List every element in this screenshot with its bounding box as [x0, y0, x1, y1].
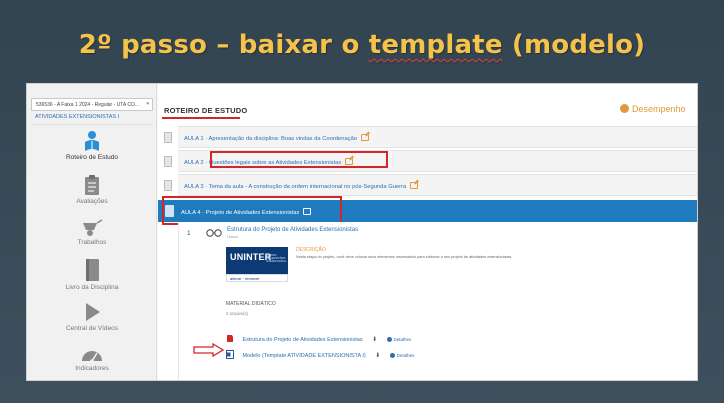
aula-row[interactable]: AULA 1 · Apresentação da disciplina: Boa… — [178, 126, 697, 148]
gauge-icon — [82, 351, 102, 363]
sidebar-item-label: Livro da Disciplina — [65, 284, 119, 291]
main-panel: ROTEIRO DE ESTUDO Desempenho AULA 1 · Ap… — [158, 84, 697, 380]
sidebar-item-label: Trabalhos — [77, 239, 107, 246]
uninter-logo: UNINTER CENTRO UNIVERSITÁRIO INTERNACION… — [226, 247, 288, 282]
book-icon — [164, 180, 172, 191]
red-arrow-annotation — [193, 343, 225, 357]
course-select[interactable]: 536536 - A Faixa 1 2024 - Regular - UTA … — [31, 98, 153, 111]
slide-title: 2º passo – baixar o template (modelo) — [78, 30, 646, 60]
item-subtitle: Leitura — [227, 235, 238, 239]
edit-icon[interactable] — [361, 134, 370, 141]
performance-link[interactable]: Desempenho — [620, 104, 686, 114]
sidebar-item-trabalhos[interactable]: Trabalhos — [27, 217, 157, 246]
file-name[interactable]: Modelo (Template ATIVIDADE EXTENSIONISTA… — [242, 353, 365, 359]
person-book-icon — [85, 131, 99, 151]
wheelbarrow-icon — [83, 219, 103, 236]
course-subtitle: ATIVIDADES EXTENSIONISTAS I — [35, 114, 120, 120]
download-icon[interactable]: ⬇ — [372, 337, 377, 343]
pdf-icon — [227, 335, 233, 342]
sidebar-item-avaliacoes[interactable]: Avaliações — [27, 174, 157, 205]
word-icon — [226, 350, 234, 359]
page-title: ROTEIRO DE ESTUDO — [164, 106, 248, 115]
highlight-box-aula4 — [162, 196, 342, 225]
file-name[interactable]: Estrutura do Projeto de Atividades Exten… — [242, 337, 362, 343]
logo-actions[interactable]: alterar · remover — [230, 276, 260, 281]
file-row[interactable]: Modelo (Template ATIVIDADE EXTENSIONISTA… — [226, 344, 414, 362]
title-red-underline — [162, 117, 240, 119]
chevron-down-icon: ▾ — [146, 101, 149, 107]
material-count: 2 arquivo(s) — [226, 311, 249, 316]
item-number: 1 — [187, 230, 191, 237]
ava-screenshot: 536536 - A Faixa 1 2024 - Regular - UTA … — [26, 83, 698, 381]
highlight-box-aula2 — [210, 151, 388, 168]
sidebar-item-label: Roteiro de Estudo — [65, 154, 119, 161]
sidebar-item-label: Avaliações — [76, 198, 108, 205]
performance-icon — [620, 104, 629, 113]
sidebar-divider — [31, 124, 153, 125]
sidebar-item-label: Central de Vídeos — [65, 325, 119, 332]
left-sidebar: 536536 - A Faixa 1 2024 - Regular - UTA … — [27, 84, 157, 380]
sidebar-item-videos[interactable]: Central de Vídeos — [27, 301, 157, 332]
aula-label: AULA 1 · Apresentação da disciplina: Boa… — [184, 136, 358, 142]
download-icon[interactable]: ⬇ — [375, 353, 380, 359]
book-icon — [164, 132, 172, 143]
edit-icon[interactable] — [410, 182, 419, 189]
sidebar-item-roteiro[interactable]: Roteiro de Estudo — [27, 130, 157, 161]
aula-row[interactable]: AULA 3 · Tema da aula - A construção da … — [178, 174, 697, 196]
play-icon — [86, 303, 100, 321]
clipboard-icon — [85, 175, 99, 195]
sidebar-item-livro[interactable]: Livro da Disciplina — [27, 258, 157, 291]
aula-label: AULA 3 · Tema da aula - A construção da … — [184, 184, 407, 190]
description-text: Nesta etapa do projeto, você deve coloca… — [296, 255, 513, 259]
book-icon — [164, 156, 172, 167]
sidebar-item-indicadores[interactable]: Indicadores — [27, 343, 157, 372]
glasses-icon — [206, 229, 222, 237]
sidebar-item-label: Indicadores — [75, 365, 109, 372]
details-link[interactable]: Detalhes — [390, 353, 415, 358]
description-heading: DESCRIÇÃO — [296, 247, 326, 253]
item-title[interactable]: Estrutura do Projeto de Atividades Exten… — [227, 227, 358, 233]
details-link[interactable]: Detalhes — [387, 337, 412, 342]
book-icon — [86, 259, 99, 281]
template-word: template — [368, 30, 503, 60]
aula-content: 1 Estrutura do Projeto de Atividades Ext… — [178, 222, 697, 380]
material-heading: MATERIAL DIDÁTICO — [226, 301, 276, 307]
